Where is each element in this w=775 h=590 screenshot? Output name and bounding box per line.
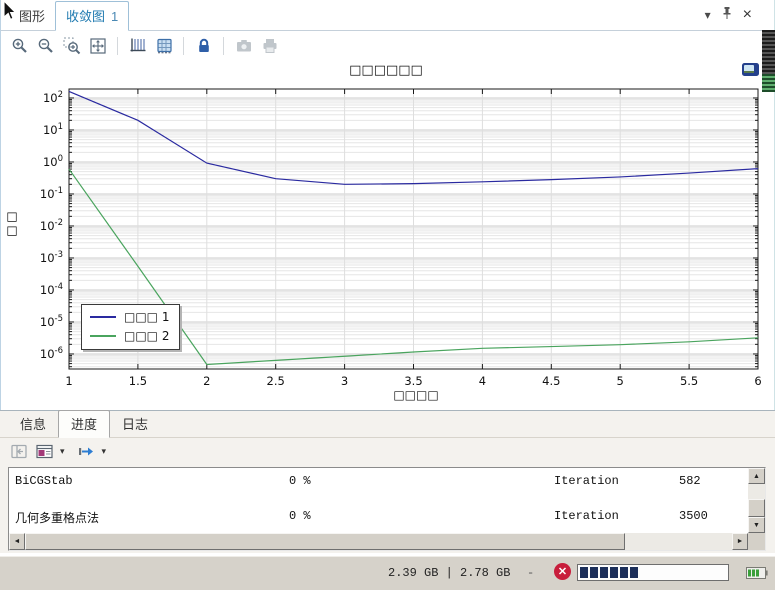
svg-text:5.5: 5.5 — [680, 374, 698, 388]
horizontal-scrollbar[interactable]: ◄ ► — [9, 533, 748, 550]
scroll-left-button[interactable]: ◄ — [9, 533, 25, 550]
solver-counter-label: Iteration — [554, 474, 619, 488]
svg-text:2.5: 2.5 — [267, 374, 285, 388]
progress-table: BiCGStab 0 % Iteration 582 几何多重格点法 0 % I… — [8, 467, 766, 551]
svg-text:10-4: 10-4 — [40, 282, 63, 297]
svg-text:4.5: 4.5 — [542, 374, 560, 388]
tab-convergence-plot[interactable]: 收敛图 1 — [55, 1, 130, 31]
legend-item-1: □□□ 1 — [90, 310, 169, 324]
svg-text:2: 2 — [203, 374, 210, 388]
scrollbar-corner — [748, 533, 765, 550]
plot-toolbar — [1, 31, 774, 61]
pin-icon[interactable] — [721, 6, 733, 23]
tab-log[interactable]: 日志 — [110, 411, 160, 437]
status-dash: - — [527, 566, 535, 580]
tab-progress[interactable]: 进度 — [58, 410, 111, 438]
toolbar-separator — [223, 37, 224, 55]
x-axis-label: □□□□ — [393, 388, 439, 402]
chevron-down-icon[interactable]: ▾ — [102, 446, 107, 457]
tab-convergence-label: 收敛图 — [66, 9, 106, 24]
dock-panel-icon[interactable] — [10, 442, 29, 461]
snapshot-icon[interactable] — [234, 37, 253, 56]
print-icon[interactable] — [260, 37, 279, 56]
svg-text:4: 4 — [479, 374, 486, 388]
solver-counter-value: 3500 — [679, 509, 708, 523]
scroll-down-button[interactable]: ▼ — [748, 517, 765, 533]
progress-toolbar: ▾ ▾ — [0, 438, 775, 464]
axes-icon[interactable] — [128, 37, 147, 56]
tab-convergence-number: 1 — [111, 9, 119, 24]
progress-panel: 信息 进度 日志 ▾ ▾ BiCGStab 0 % Iteration 582 … — [0, 410, 775, 553]
svg-text:10-5: 10-5 — [40, 314, 63, 329]
vertical-scrollbar[interactable]: ▲ ▼ — [748, 468, 765, 533]
zoom-extents-icon[interactable] — [88, 37, 107, 56]
zoom-out-icon[interactable] — [36, 37, 55, 56]
graphics-tabbar: 图形 收敛图 1 ▾ × — [1, 0, 774, 31]
move-next-icon[interactable] — [77, 442, 96, 461]
lock-icon[interactable] — [194, 37, 213, 56]
scroll-up-button[interactable]: ▲ — [748, 468, 765, 484]
tab-information[interactable]: 信息 — [8, 411, 58, 437]
app-window: 图形 收敛图 1 ▾ × □□□□□□ 1 1.5 2 2.5 3 3.5 4 … — [0, 0, 775, 590]
zoom-in-icon[interactable] — [10, 37, 29, 56]
progress-tabbar: 信息 进度 日志 — [0, 410, 775, 438]
y-axis-label: □□ — [5, 211, 19, 239]
mouse-cursor — [3, 0, 17, 21]
svg-text:100: 100 — [43, 154, 63, 169]
solver-percent: 0 % — [289, 509, 311, 523]
tab-graphics-label: 图形 — [19, 9, 46, 24]
legend-line-sample-2 — [90, 335, 116, 337]
progress-bar — [577, 564, 729, 581]
svg-text:3: 3 — [341, 374, 348, 388]
toolbar-separator — [117, 37, 118, 55]
plot-region: □□□□□□ 1 1.5 2 2.5 3 3.5 4 4.5 5 5.5 6 102 101 100 10-… — [1, 61, 775, 411]
memory-gauge-icon — [746, 567, 768, 583]
chevron-down-icon[interactable]: ▾ — [705, 8, 711, 22]
svg-text:10-3: 10-3 — [40, 250, 63, 265]
svg-text:10-1: 10-1 — [40, 186, 63, 201]
chevron-down-icon[interactable]: ▾ — [60, 446, 65, 457]
progress-rows: BiCGStab 0 % Iteration 582 几何多重格点法 0 % I… — [9, 468, 748, 533]
svg-text:6: 6 — [754, 374, 761, 388]
legend-label-1: □□□ 1 — [124, 310, 170, 324]
solver-name: 几何多重格点法 — [15, 512, 100, 526]
svg-text:1.5: 1.5 — [129, 374, 147, 388]
memory-usage: 2.39 GB | 2.78 GB — [388, 566, 511, 580]
legend-label-2: □□□ 2 — [124, 329, 170, 343]
zoom-selection-icon[interactable] — [62, 37, 81, 56]
cancel-icon[interactable]: ✕ — [554, 563, 571, 580]
svg-text:5: 5 — [617, 374, 624, 388]
scroll-right-button[interactable]: ► — [732, 533, 748, 550]
edge-scrollbar-thumb-green[interactable] — [762, 74, 775, 92]
legend-line-sample-1 — [90, 316, 116, 318]
table-row[interactable]: BiCGStab 0 % Iteration 582 — [9, 468, 748, 503]
svg-text:1: 1 — [65, 374, 72, 388]
progress-window-icon[interactable] — [35, 442, 54, 461]
status-bar: 2.39 GB | 2.78 GB - ✕ — [0, 556, 775, 590]
solver-name: BiCGStab — [15, 474, 73, 488]
scrollbar-thumb[interactable] — [25, 533, 625, 550]
chart-legend[interactable]: □□□ 1 □□□ 2 — [81, 304, 181, 350]
svg-text:10-2: 10-2 — [40, 218, 63, 233]
table-row[interactable]: 几何多重格点法 0 % Iteration 3500 — [9, 503, 748, 533]
legend-item-2: □□□ 2 — [90, 329, 169, 343]
close-icon[interactable]: × — [743, 6, 752, 22]
svg-text:10-6: 10-6 — [40, 346, 63, 361]
svg-text:102: 102 — [43, 90, 63, 105]
edge-scrollbar-thumb[interactable] — [762, 30, 775, 74]
solver-percent: 0 % — [289, 474, 311, 488]
svg-text:101: 101 — [43, 122, 63, 137]
panel-controls: ▾ × — [705, 6, 752, 23]
grid-icon[interactable] — [154, 37, 173, 56]
svg-text:3.5: 3.5 — [404, 374, 422, 388]
scrollbar-thumb[interactable] — [748, 499, 765, 517]
solver-counter-value: 582 — [679, 474, 701, 488]
convergence-chart[interactable]: 1 1.5 2 2.5 3 3.5 4 4.5 5 5.5 6 102 101 100 10-1 10-2 10… — [1, 61, 775, 411]
graphics-panel: 图形 收敛图 1 ▾ × □□□□□□ 1 1.5 2 2.5 3 3.5 4 … — [0, 0, 775, 410]
solver-counter-label: Iteration — [554, 509, 619, 523]
toolbar-separator — [183, 37, 184, 55]
